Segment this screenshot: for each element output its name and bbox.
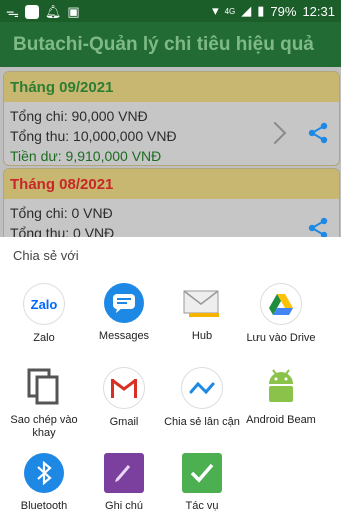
share-target-android-beam[interactable]: Android Beam xyxy=(241,367,321,427)
total-spent: Tổng chi: 90,000 VNĐ xyxy=(10,108,148,124)
copy-icon xyxy=(24,367,64,407)
share-sheet-title: Chia sẻ với xyxy=(13,248,79,263)
month-header: Tháng 08/2021 xyxy=(4,169,339,199)
zalo-icon: Zalo xyxy=(23,283,65,325)
note-icon xyxy=(104,453,144,493)
clock: 12:31 xyxy=(302,3,335,19)
battery-icon: ▮ xyxy=(257,3,265,18)
share-target-zalo[interactable]: Zalo Zalo xyxy=(4,283,84,345)
total-spent: Tổng chi: 0 VNĐ xyxy=(10,205,113,221)
notification-icon: ᯓ xyxy=(6,5,19,20)
app-title: Butachi-Quản lý chi tiêu hiệu quả xyxy=(13,34,314,55)
mail-icon xyxy=(182,283,222,323)
share-target-nearby-share[interactable]: Chia sẻ lân cận xyxy=(162,367,242,429)
share-target-drive[interactable]: Lưu vào Drive xyxy=(241,283,321,345)
app-bar: Butachi-Quản lý chi tiêu hiệu quả xyxy=(0,22,341,67)
image-icon: ▣ xyxy=(67,4,80,19)
month-title: Tháng 09/2021 xyxy=(10,79,114,96)
wifi-icon: ▾ xyxy=(212,3,219,18)
share-target-hub[interactable]: Hub xyxy=(162,283,242,343)
share-icon[interactable] xyxy=(307,122,329,144)
drive-icon xyxy=(260,283,302,325)
month-card[interactable]: Tháng 08/2021 Tổng chi: 0 VNĐ Tổng thu: … xyxy=(3,168,340,245)
share-target-bluetooth[interactable]: Bluetooth xyxy=(4,453,84,513)
month-list: Tháng 09/2021 Tổng chi: 90,000 VNĐ Tổng … xyxy=(0,67,341,245)
remaining: Tiền dư: 9,910,000 VNĐ xyxy=(10,148,162,164)
share-target-messages[interactable]: Messages xyxy=(84,283,164,343)
signal-icon: ◢ xyxy=(241,3,252,18)
share-target-task[interactable]: Tác vụ xyxy=(162,453,242,513)
bell-icon: 🔔︎ xyxy=(44,4,62,19)
share-icon[interactable] xyxy=(307,217,329,239)
total-income: Tổng thu: 10,000,000 VNĐ xyxy=(10,128,177,144)
messages-icon xyxy=(104,283,144,323)
gmail-icon xyxy=(103,367,145,409)
app-notification-icon xyxy=(24,5,39,19)
network-type: 4G xyxy=(224,6,236,16)
month-card[interactable]: Tháng 09/2021 Tổng chi: 90,000 VNĐ Tổng … xyxy=(3,71,340,166)
month-header: Tháng 09/2021 xyxy=(4,72,339,102)
android-icon xyxy=(261,367,301,407)
share-sheet: Chia sẻ với Zalo Zalo Messages Hub Lưu v… xyxy=(0,237,341,512)
nearby-share-icon xyxy=(181,367,223,409)
battery-level: 79% xyxy=(270,3,297,19)
month-title: Tháng 08/2021 xyxy=(10,176,114,193)
bluetooth-icon xyxy=(24,453,64,493)
task-icon xyxy=(182,453,222,493)
status-bar: ᯓ 🔔︎ ▣ ▾ 4G ◢ ▮ 79% 12:31 xyxy=(0,0,341,22)
share-target-note[interactable]: Ghi chú xyxy=(84,453,164,513)
share-target-gmail[interactable]: Gmail xyxy=(84,367,164,429)
share-target-copy[interactable]: Sao chép vào khay xyxy=(4,367,84,440)
